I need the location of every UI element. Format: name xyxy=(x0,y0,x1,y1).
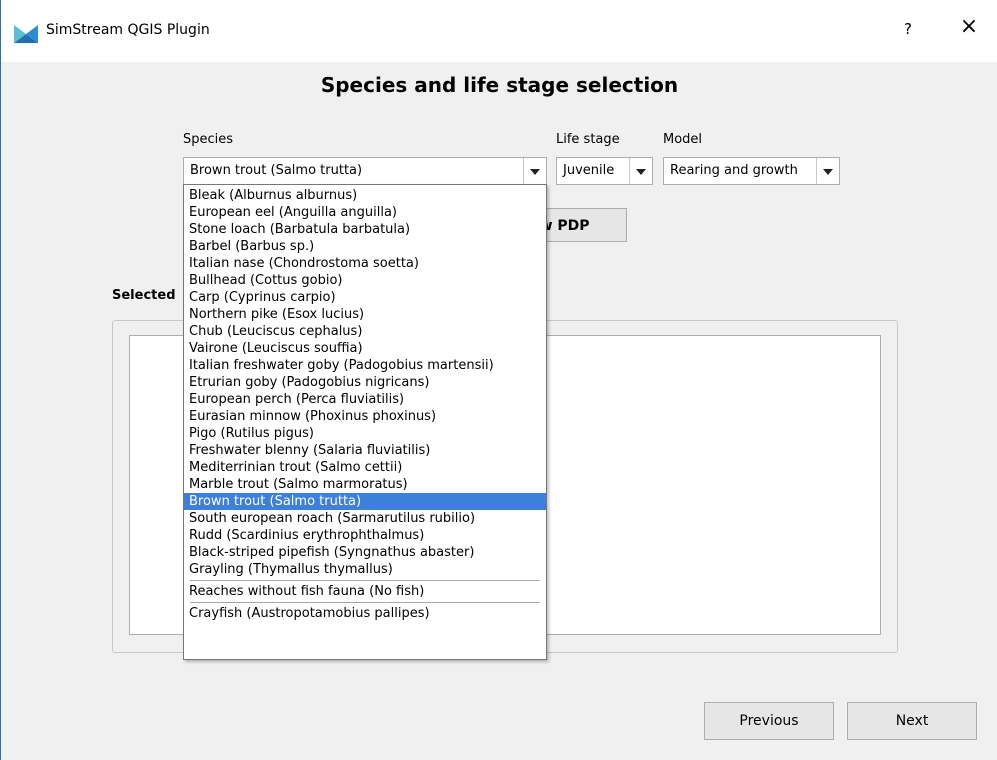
species-option[interactable]: Freshwater blenny (Salaria fluviatilis) xyxy=(184,442,546,459)
species-option[interactable]: Rudd (Scardinius erythrophthalmus) xyxy=(184,527,546,544)
species-option[interactable]: Northern pike (Esox lucius) xyxy=(184,306,546,323)
species-option[interactable]: Reaches without fish fauna (No fish) xyxy=(184,583,546,600)
selected-label: Selected xyxy=(112,288,176,303)
species-option[interactable]: Grayling (Thymallus thymallus) xyxy=(184,561,546,578)
separator xyxy=(190,580,540,581)
species-option[interactable]: Marble trout (Salmo marmoratus) xyxy=(184,476,546,493)
next-button[interactable]: Next xyxy=(847,702,977,740)
species-dropdown-list[interactable]: Bleak (Alburnus alburnus) European eel (A… xyxy=(183,184,547,660)
species-option[interactable]: Black-striped pipefish (Syngnathus abast… xyxy=(184,544,546,561)
close-button[interactable]: × xyxy=(949,14,989,39)
species-option[interactable]: Brown trout (Salmo trutta) xyxy=(184,493,546,510)
species-select-value: Brown trout (Salmo trutta) xyxy=(190,163,363,178)
life-stage-select-value: Juvenile xyxy=(563,163,615,178)
species-option[interactable]: Bullhead (Cottus gobio) xyxy=(184,272,546,289)
model-select-value: Rearing and growth xyxy=(670,163,798,178)
page-title: Species and life stage selection xyxy=(320,73,679,97)
separator xyxy=(190,602,540,603)
species-list-group-nofish: Reaches without fish fauna (No fish) xyxy=(184,583,546,600)
life-stage-label: Life stage xyxy=(556,132,620,147)
species-option[interactable]: Italian freshwater goby (Padogobius mart… xyxy=(184,357,546,374)
species-option[interactable]: Etrurian goby (Padogobius nigricans) xyxy=(184,374,546,391)
species-option[interactable]: European eel (Anguilla anguilla) xyxy=(184,204,546,221)
species-label: Species xyxy=(183,132,234,147)
species-list-group-fish: Bleak (Alburnus alburnus) European eel (A… xyxy=(184,185,546,578)
model-label: Model xyxy=(663,132,703,147)
window-title: SimStream QGIS Plugin xyxy=(46,22,210,38)
title-bar: SimStream QGIS Plugin ? × xyxy=(1,0,997,62)
simstream-logo-icon xyxy=(14,23,38,45)
species-option[interactable]: Italian nase (Chondrostoma soetta) xyxy=(184,255,546,272)
life-stage-select[interactable]: Juvenile xyxy=(556,157,653,185)
species-option[interactable]: Pigo (Rutilus pigus) xyxy=(184,425,546,442)
species-list-group-crayfish: Crayfish (Austropotamobius pallipes) xyxy=(184,605,546,622)
help-button[interactable]: ? xyxy=(895,20,921,38)
chevron-down-icon[interactable] xyxy=(816,158,839,184)
species-option[interactable]: Barbel (Barbus sp.) xyxy=(184,238,546,255)
species-option[interactable]: Carp (Cyprinus carpio) xyxy=(184,289,546,306)
previous-button[interactable]: Previous xyxy=(704,702,834,740)
species-option[interactable]: Chub (Leuciscus cephalus) xyxy=(184,323,546,340)
species-option[interactable]: Bleak (Alburnus alburnus) xyxy=(184,187,546,204)
chevron-down-icon[interactable] xyxy=(523,158,546,184)
species-option[interactable]: Crayfish (Austropotamobius pallipes) xyxy=(184,605,546,622)
species-select[interactable]: Brown trout (Salmo trutta) xyxy=(183,157,547,185)
species-option[interactable]: South european roach (Sarmarutilus rubil… xyxy=(184,510,546,527)
species-option[interactable]: Stone loach (Barbatula barbatula) xyxy=(184,221,546,238)
species-option[interactable]: European perch (Perca fluviatilis) xyxy=(184,391,546,408)
model-select[interactable]: Rearing and growth xyxy=(663,157,840,185)
chevron-down-icon[interactable] xyxy=(629,158,652,184)
species-option[interactable]: Eurasian minnow (Phoxinus phoxinus) xyxy=(184,408,546,425)
species-option[interactable]: Vairone (Leuciscus souffia) xyxy=(184,340,546,357)
plugin-dialog: SimStream QGIS Plugin ? × Species and li… xyxy=(0,0,997,760)
species-option[interactable]: Mediterrinian trout (Salmo cettii) xyxy=(184,459,546,476)
